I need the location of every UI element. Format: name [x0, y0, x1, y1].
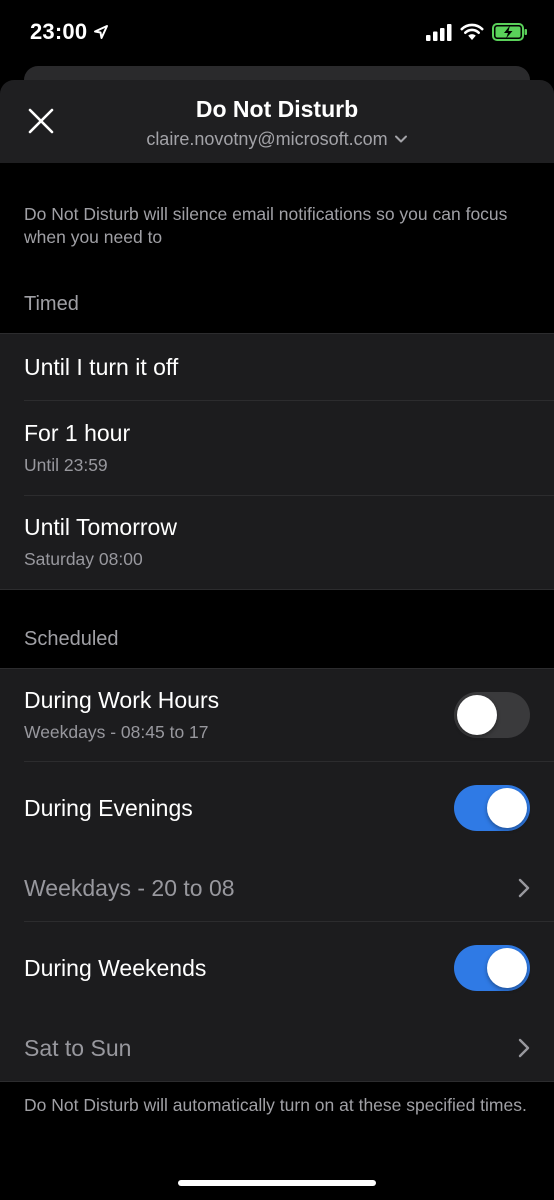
weekends-toggle[interactable]: [454, 945, 530, 991]
account-switcher[interactable]: claire.novotny@microsoft.com: [146, 129, 407, 150]
footer-note: Do Not Disturb will automatically turn o…: [24, 1095, 527, 1115]
option-until-turn-off[interactable]: Until I turn it off: [0, 334, 554, 400]
intro-description: Do Not Disturb will silence email notifi…: [24, 204, 508, 247]
chevron-down-icon: [394, 135, 407, 143]
option-title: During Evenings: [24, 794, 193, 821]
toggle-knob: [487, 948, 527, 988]
wifi-icon: [460, 23, 484, 40]
option-for-1-hour[interactable]: For 1 hour Until 23:59: [0, 400, 554, 495]
row-text: For 1 hour Until 23:59: [24, 420, 130, 476]
status-bar: 23:00: [0, 0, 554, 64]
status-icons: [426, 22, 528, 42]
evenings-schedule-row[interactable]: Weekdays - 20 to 08: [0, 855, 554, 921]
cellular-signal-icon: [426, 24, 452, 41]
evenings-toggle[interactable]: [454, 785, 530, 831]
sheet-header: Do Not Disturb claire.novotny@microsoft.…: [0, 80, 554, 163]
evenings-row: During Evenings: [0, 761, 554, 855]
option-subtitle: Until 23:59: [24, 454, 108, 475]
close-icon: [28, 108, 54, 134]
option-until-tomorrow[interactable]: Until Tomorrow Saturday 08:00: [0, 495, 554, 589]
option-subtitle: Weekdays - 08:45 to 17: [24, 722, 209, 742]
option-title: Until Tomorrow: [24, 514, 177, 540]
do-not-disturb-sheet: Do Not Disturb claire.novotny@microsoft.…: [0, 80, 554, 1200]
option-title: Until I turn it off: [24, 353, 179, 380]
toggle-knob: [487, 788, 527, 828]
section-header-timed: Timed: [24, 293, 79, 315]
row-text: During Work Hours Weekdays - 08:45 to 17: [24, 687, 219, 743]
schedule-label: Sat to Sun: [24, 1034, 132, 1061]
option-subtitle: Saturday 08:00: [24, 549, 143, 569]
chevron-right-icon: [518, 1038, 530, 1058]
weekends-row: During Weekends: [0, 921, 554, 1015]
battery-charging-icon: [492, 23, 527, 41]
status-time: 23:00: [30, 19, 88, 44]
page-title: Do Not Disturb: [195, 95, 359, 122]
close-button[interactable]: [22, 102, 60, 140]
scheduled-options-group: During Work Hours Weekdays - 08:45 to 17…: [0, 668, 554, 1082]
section-header-scheduled: Scheduled: [24, 628, 119, 650]
work-hours-toggle[interactable]: [454, 692, 530, 738]
status-time-group: 23:00: [30, 19, 109, 45]
row-text: Until Tomorrow Saturday 08:00: [24, 514, 177, 570]
chevron-right-icon: [518, 878, 530, 898]
toggle-knob: [457, 695, 497, 735]
schedule-label: Weekdays - 20 to 08: [24, 874, 235, 901]
option-title: During Work Hours: [24, 687, 220, 713]
option-title: For 1 hour: [24, 419, 131, 446]
row-text: Until I turn it off: [24, 354, 178, 381]
weekends-schedule-row[interactable]: Sat to Sun: [0, 1015, 554, 1081]
timed-options-group: Until I turn it off For 1 hour Until 23:…: [0, 333, 554, 590]
home-indicator[interactable]: [178, 1180, 376, 1186]
account-email: claire.novotny@microsoft.com: [146, 128, 388, 149]
location-arrow-icon: [94, 25, 109, 39]
option-title: During Weekends: [24, 954, 207, 981]
work-hours-row: During Work Hours Weekdays - 08:45 to 17: [0, 669, 554, 761]
